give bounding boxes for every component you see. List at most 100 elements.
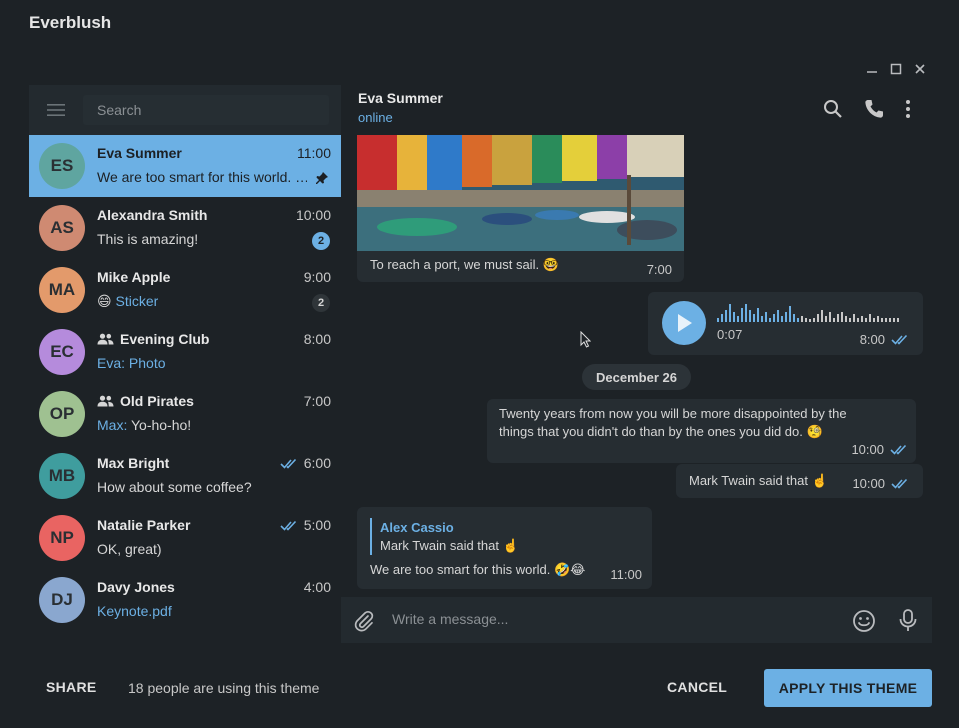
- search-icon[interactable]: [822, 98, 844, 120]
- avatar: EC: [39, 329, 85, 375]
- waveform[interactable]: [717, 302, 903, 324]
- chat-name-text: Alexandra Smith: [97, 207, 208, 223]
- chat-name: Alexandra Smith: [97, 207, 207, 223]
- chat-name: Natalie Parker: [97, 517, 190, 533]
- voice-message[interactable]: 0:07 8:00: [648, 292, 923, 355]
- chat-name-text: Old Pirates: [120, 393, 194, 409]
- double-check-icon: [280, 520, 296, 531]
- sticker-emoji: 😄: [97, 293, 112, 309]
- conversation-header: Eva Summer online: [341, 85, 932, 135]
- chat-item-natalie-parker[interactable]: NP Natalie Parker 5:00 OK, great): [29, 507, 341, 569]
- outgoing-message[interactable]: Mark Twain said that ☝️ 10:00: [676, 464, 923, 498]
- chat-item-davy-jones[interactable]: DJ Davy Jones 4:00 Keynote.pdf: [29, 569, 341, 631]
- chat-name: Old Pirates: [97, 393, 194, 409]
- share-button[interactable]: SHARE: [46, 679, 97, 695]
- chat-preview: We are too smart for this world. …: [97, 169, 307, 185]
- chat-preview-text: Yo-ho-ho!: [130, 417, 192, 433]
- chat-item-old-pirates[interactable]: OP Old Pirates 7:00 Max: Yo-ho-ho!: [29, 383, 341, 445]
- group-icon: [97, 333, 114, 345]
- incoming-reply-message[interactable]: Alex Cassio Mark Twain said that ☝️ We a…: [357, 507, 652, 589]
- double-check-icon: [891, 334, 908, 345]
- chat-name-text: Evening Club: [120, 331, 210, 347]
- chat-name-text: Mike Apple: [97, 269, 171, 285]
- microphone-icon[interactable]: [896, 608, 920, 633]
- message-time: 10:00: [852, 476, 909, 491]
- chat-time-text: 6:00: [303, 455, 331, 471]
- chat-time: 7:00: [303, 393, 331, 409]
- usage-text: 18 people are using this theme: [128, 680, 320, 696]
- chat-preview: Max: Yo-ho-ho!: [97, 417, 191, 433]
- close-icon[interactable]: [913, 62, 927, 76]
- chat-name: Eva Summer: [97, 145, 182, 161]
- peer-name[interactable]: Eva Summer: [358, 90, 443, 106]
- chat-item-mike-apple[interactable]: MA Mike Apple 9:00 😄 Sticker 2: [29, 259, 341, 321]
- double-check-icon: [890, 444, 907, 455]
- chat-preview: This is amazing!: [97, 231, 199, 247]
- chat-preview: Eva: Photo: [97, 355, 166, 371]
- apply-theme-button[interactable]: APPLY THIS THEME: [764, 669, 932, 707]
- group-icon: [97, 395, 114, 407]
- message-time-text: 10:00: [851, 442, 884, 457]
- message-text: Mark Twain said that ☝️: [689, 473, 828, 488]
- reply-quote: Mark Twain said that ☝️: [380, 538, 519, 553]
- minimize-icon[interactable]: [865, 62, 879, 76]
- unread-badge: 2: [312, 294, 330, 312]
- more-vertical-icon[interactable]: [897, 98, 919, 120]
- chat-list-panel: Search ES Eva Summer 11:00 We are too sm…: [29, 85, 341, 643]
- unread-badge: 2: [312, 232, 330, 250]
- chat-time: 4:00: [303, 579, 331, 595]
- chat-name: Evening Club: [97, 331, 209, 347]
- chat-preview-text: Photo: [128, 355, 166, 371]
- phone-icon[interactable]: [863, 98, 885, 120]
- message-time-text: 8:00: [859, 332, 885, 347]
- chat-time: 8:00: [303, 331, 331, 347]
- maximize-icon[interactable]: [889, 62, 903, 76]
- chat-item-max-bright[interactable]: MB Max Bright 6:00 How about some coffee…: [29, 445, 341, 507]
- chat-item-eva-summer[interactable]: ES Eva Summer 11:00 We are too smart for…: [29, 135, 341, 197]
- chat-preview-text: Sticker: [115, 293, 159, 309]
- chat-name-text: Davy Jones: [97, 579, 175, 595]
- chat-preview: OK, great): [97, 541, 162, 557]
- attach-icon[interactable]: [353, 610, 375, 632]
- message-time: 7:00: [646, 262, 672, 277]
- avatar: MA: [39, 267, 85, 313]
- double-check-icon: [891, 478, 908, 489]
- double-check-icon: [280, 458, 296, 469]
- avatar: OP: [39, 391, 85, 437]
- reply-author[interactable]: Alex Cassio: [380, 520, 454, 535]
- chat-item-alexandra-smith[interactable]: AS Alexandra Smith 10:00 This is amazing…: [29, 197, 341, 259]
- chat-list-header: Search: [29, 85, 341, 135]
- outgoing-message[interactable]: Twenty years from now you will be more d…: [487, 399, 916, 463]
- voice-duration: 0:07: [717, 327, 743, 342]
- chat-name-text: Max Bright: [97, 455, 170, 471]
- chat-time-text: 5:00: [303, 517, 331, 533]
- message-time: 10:00: [851, 442, 908, 457]
- message-text: Twenty years from now you will be more d…: [499, 406, 847, 439]
- photo-image[interactable]: [357, 135, 684, 251]
- avatar: ES: [39, 143, 85, 189]
- menu-icon[interactable]: [29, 85, 83, 135]
- chat-item-evening-club[interactable]: EC Evening Club 8:00 Eva: Photo: [29, 321, 341, 383]
- cancel-button[interactable]: CANCEL: [667, 679, 727, 695]
- message-time-text: 10:00: [852, 476, 885, 491]
- photo-message[interactable]: To reach a port, we must sail. 🤓 7:00: [357, 135, 684, 282]
- chat-time: 6:00: [280, 455, 331, 471]
- conversation-panel: Eva Summer online To reach a port, we mu…: [341, 85, 932, 643]
- peer-status: online: [358, 110, 393, 125]
- message-text: We are too smart for this world. 🤣😂: [370, 562, 586, 577]
- reply-bar: [370, 518, 372, 555]
- message-history[interactable]: To reach a port, we must sail. 🤓 7:00 0:…: [341, 135, 932, 595]
- message-input[interactable]: Write a message...: [392, 611, 508, 627]
- play-button[interactable]: [662, 301, 706, 345]
- avatar: DJ: [39, 577, 85, 623]
- chat-name: Max Bright: [97, 455, 169, 471]
- theme-title: Everblush: [29, 13, 112, 32]
- chat-name-text: Eva Summer: [97, 145, 182, 161]
- window-controls: [865, 62, 927, 76]
- emoji-icon[interactable]: [852, 609, 876, 633]
- date-separator: December 26: [582, 364, 691, 390]
- search-input[interactable]: Search: [83, 95, 329, 125]
- avatar: NP: [39, 515, 85, 561]
- message-time: 11:00: [610, 567, 642, 582]
- chat-preview: 😄 Sticker: [97, 293, 158, 310]
